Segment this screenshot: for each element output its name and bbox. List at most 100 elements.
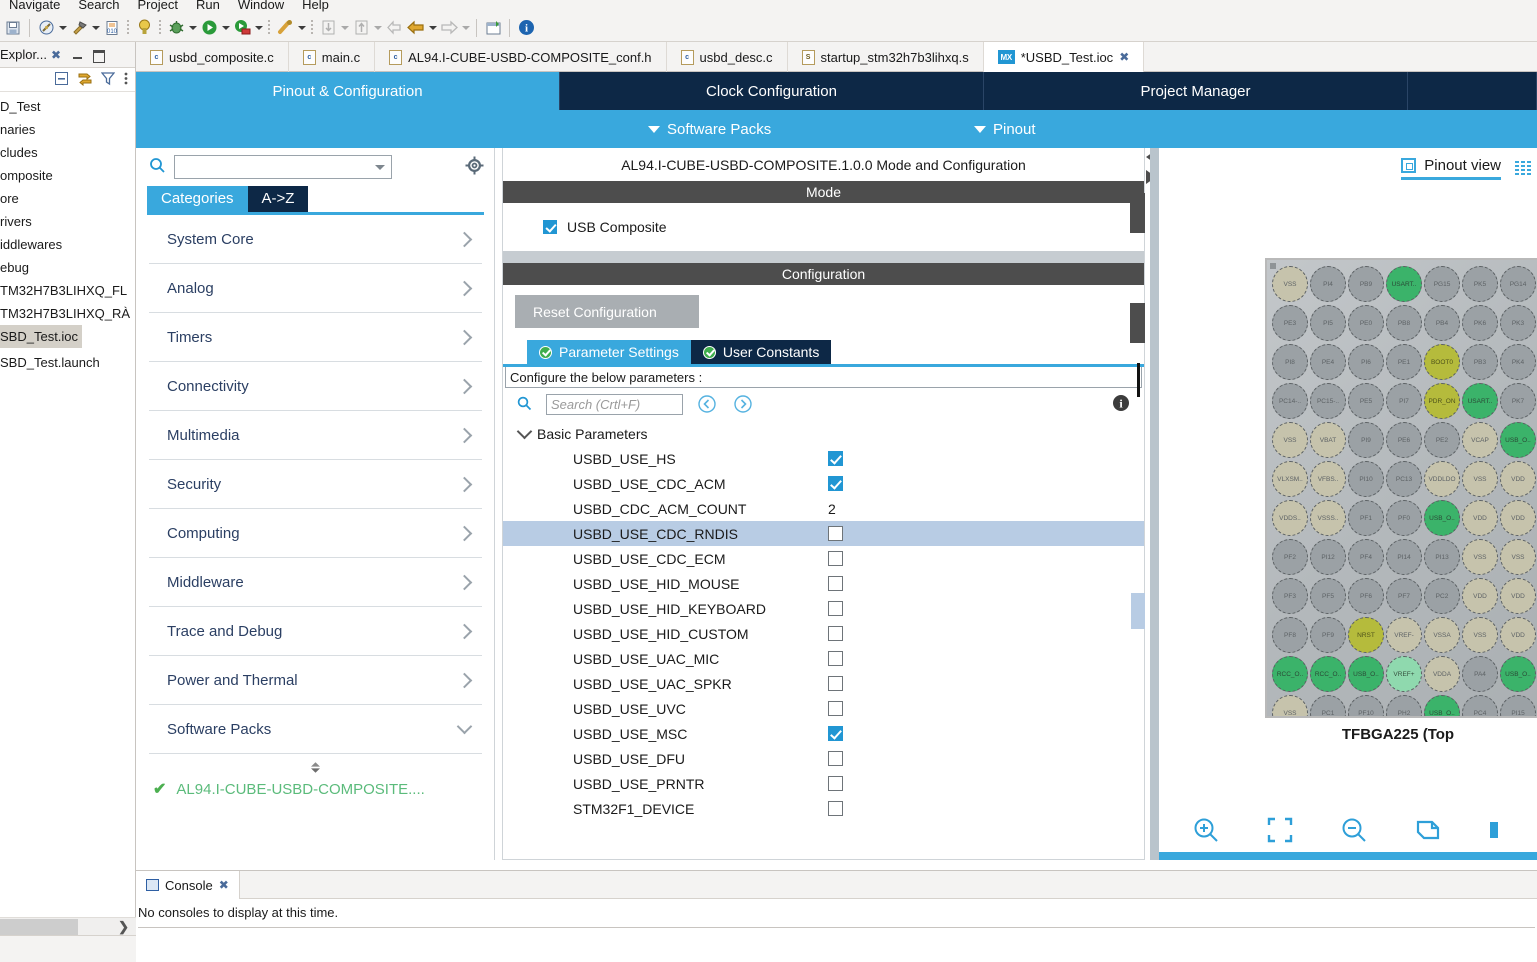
- pin-ball[interactable]: PB9: [1348, 266, 1384, 302]
- collapse-all-icon[interactable]: [697, 394, 719, 416]
- step-return-icon[interactable]: [350, 17, 372, 39]
- menu-item-window[interactable]: Window: [229, 0, 293, 12]
- info-icon[interactable]: i: [1112, 394, 1130, 415]
- cube-tab-clock-configuration[interactable]: Clock Configuration: [560, 72, 984, 110]
- parameter-value[interactable]: 2: [828, 501, 836, 517]
- settings-gear-icon[interactable]: [465, 156, 484, 178]
- skip-breakpoints-dropdown-icon[interactable]: [296, 17, 307, 39]
- pin-ball[interactable]: PB3: [1462, 344, 1498, 380]
- run-icon[interactable]: [198, 17, 220, 39]
- run-dropdown-icon[interactable]: [220, 17, 231, 39]
- categories-tab-categories[interactable]: Categories: [147, 186, 248, 212]
- parameter-checkbox[interactable]: [828, 751, 843, 766]
- zoom-in-icon[interactable]: [1191, 815, 1221, 848]
- chevron-right-icon[interactable]: [456, 427, 473, 443]
- tree-item[interactable]: SBD_Test.launch: [0, 351, 135, 374]
- pin-ball[interactable]: VDD: [1500, 461, 1536, 497]
- parameter-value[interactable]: [828, 451, 843, 466]
- parameter-value[interactable]: [828, 676, 843, 691]
- forward-history-icon[interactable]: [438, 17, 460, 39]
- pin-ball[interactable]: PF5: [1310, 578, 1346, 614]
- panel-divider-handles[interactable]: [1130, 148, 1159, 860]
- parameter-checkbox[interactable]: [828, 776, 843, 791]
- pin-ball[interactable]: VFBS..: [1310, 461, 1346, 497]
- chevron-right-icon[interactable]: [456, 672, 473, 688]
- pin-ball[interactable]: VSS: [1272, 266, 1308, 302]
- menu-item-help[interactable]: Help: [293, 0, 338, 12]
- pin-ball[interactable]: VDD: [1462, 578, 1498, 614]
- category-row-multimedia[interactable]: Multimedia: [149, 411, 482, 460]
- build-all-dropdown-icon[interactable]: [57, 17, 68, 39]
- editor-tab[interactable]: MX *USBD_Test.ioc ✖: [983, 42, 1145, 72]
- chevron-right-icon[interactable]: [456, 280, 473, 296]
- collapse-all-icon[interactable]: [54, 71, 69, 89]
- category-row-power-and-thermal[interactable]: Power and Thermal: [149, 656, 482, 705]
- parameter-row[interactable]: USBD_USE_UAC_MIC: [503, 646, 1144, 671]
- pin-ball[interactable]: VSS: [1500, 539, 1536, 575]
- tab-console[interactable]: Console ✖: [136, 871, 240, 899]
- pin-ball[interactable]: PE1: [1386, 344, 1422, 380]
- debug-config-icon[interactable]: [133, 17, 155, 39]
- run-external-icon[interactable]: [231, 17, 253, 39]
- pin-ball[interactable]: PI6: [1348, 344, 1384, 380]
- pin-ball[interactable]: PF0: [1386, 500, 1422, 536]
- pin-ball[interactable]: PC14-..: [1272, 383, 1308, 419]
- parameter-group-header[interactable]: Basic Parameters: [503, 421, 1144, 446]
- pin-ball[interactable]: PI9: [1348, 422, 1384, 458]
- back-history-icon[interactable]: [383, 17, 405, 39]
- parameter-row[interactable]: USBD_USE_MSC: [503, 721, 1144, 746]
- forward-history-dropdown-icon[interactable]: [460, 17, 471, 39]
- pin-list-icon[interactable]: [1515, 160, 1531, 176]
- pin-ball[interactable]: PF10: [1348, 695, 1384, 716]
- pin-ball[interactable]: PI4: [1310, 266, 1346, 302]
- fit-to-window-icon[interactable]: [1265, 815, 1295, 848]
- pin-ball[interactable]: VBAT: [1310, 422, 1346, 458]
- pin-ball[interactable]: VDD: [1500, 500, 1536, 536]
- parameter-checkbox[interactable]: [828, 651, 843, 666]
- pin-ball[interactable]: PI15: [1500, 695, 1536, 716]
- parameter-value[interactable]: [828, 576, 843, 591]
- close-icon[interactable]: ✖: [219, 878, 229, 892]
- pin-ball[interactable]: VDD: [1500, 578, 1536, 614]
- parameter-value[interactable]: [828, 651, 843, 666]
- pin-ball[interactable]: PB8: [1386, 305, 1422, 341]
- pin-ball[interactable]: PC1: [1310, 695, 1346, 716]
- pin-ball[interactable]: PG14: [1500, 266, 1536, 302]
- parameter-checkbox[interactable]: [828, 801, 843, 816]
- category-row-software-packs[interactable]: Software Packs: [149, 705, 482, 754]
- pin-ball[interactable]: PB4: [1424, 305, 1460, 341]
- pin-ball[interactable]: VREF-: [1386, 617, 1422, 653]
- debug-bug-icon[interactable]: [165, 17, 187, 39]
- parameter-row[interactable]: USBD_CDC_ACM_COUNT 2: [503, 496, 1144, 521]
- software-packs-expander-icon[interactable]: [137, 754, 494, 775]
- pin-ball[interactable]: PA4: [1462, 656, 1498, 692]
- previous-annotation-dropdown-icon[interactable]: [427, 17, 438, 39]
- pin-ball[interactable]: PF2: [1272, 539, 1308, 575]
- panel-scroll-rail[interactable]: [1150, 148, 1159, 860]
- pin-ball[interactable]: PF7: [1386, 578, 1422, 614]
- pin-ball[interactable]: VDDS..: [1272, 500, 1308, 536]
- pin-ball[interactable]: PE3: [1272, 305, 1308, 341]
- tree-item[interactable]: D_Test: [0, 95, 135, 118]
- pin-ball[interactable]: PC4: [1462, 695, 1498, 716]
- parameter-value[interactable]: [828, 801, 843, 816]
- pin-ball[interactable]: PF1: [1348, 500, 1384, 536]
- chevron-right-icon[interactable]: [456, 378, 473, 394]
- cube-tab-pinout-configuration[interactable]: Pinout & Configuration: [136, 72, 560, 110]
- pin-ball[interactable]: VSSA: [1424, 617, 1460, 653]
- param-tab-parameter-settings[interactable]: Parameter Settings: [527, 340, 691, 364]
- pin-ball[interactable]: PI10: [1348, 461, 1384, 497]
- parameter-row[interactable]: USBD_USE_UAC_SPKR: [503, 671, 1144, 696]
- parameter-value[interactable]: [828, 776, 843, 791]
- pin-ball[interactable]: NRST: [1348, 617, 1384, 653]
- hammer-build-icon[interactable]: [68, 17, 90, 39]
- category-row-connectivity[interactable]: Connectivity: [149, 362, 482, 411]
- pin-ball[interactable]: VSS: [1272, 422, 1308, 458]
- parameter-value[interactable]: [828, 626, 843, 641]
- expand-all-icon[interactable]: [733, 394, 755, 416]
- editor-tab[interactable]: c usbd_desc.c: [667, 42, 788, 72]
- pin-ball[interactable]: PF4: [1348, 539, 1384, 575]
- view-menu-icon[interactable]: [123, 71, 129, 89]
- pin-ball[interactable]: PDR_ON: [1424, 383, 1460, 419]
- chevron-right-icon[interactable]: [456, 476, 473, 492]
